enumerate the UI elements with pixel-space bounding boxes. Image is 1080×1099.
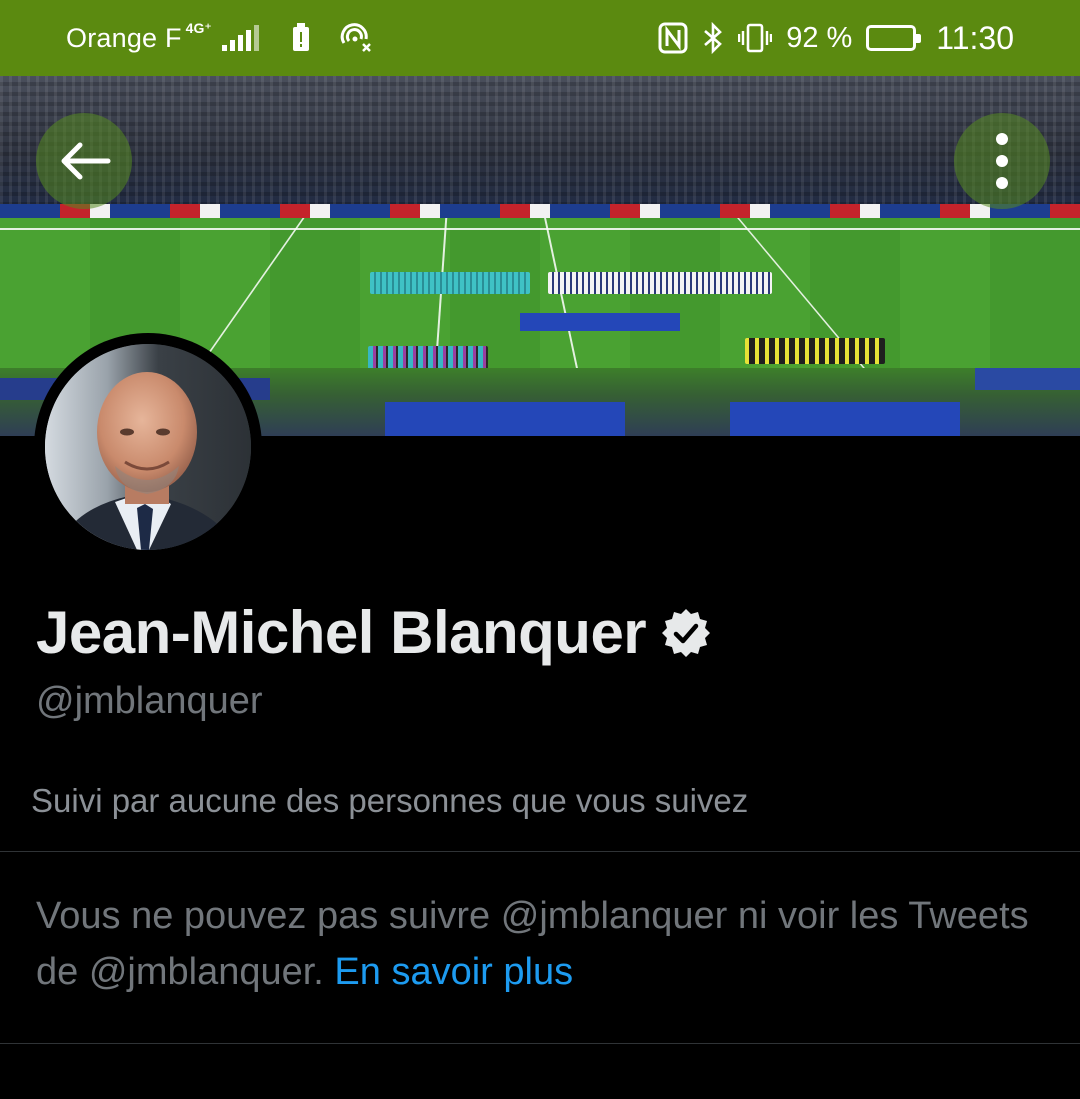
status-bar-left: Orange F 4G⁺ xyxy=(66,19,373,54)
profile-handle: @jmblanquer xyxy=(36,680,263,722)
divider xyxy=(0,1043,1080,1044)
status-bar: Orange F 4G⁺ 92 % 11:30 xyxy=(0,0,1080,76)
bluetooth-icon xyxy=(702,22,724,54)
vibrate-icon xyxy=(738,23,773,53)
network-type: 4G⁺ xyxy=(185,19,212,36)
advertising-boards xyxy=(0,204,1080,218)
battery-alert-icon xyxy=(291,23,311,53)
stadium-stands xyxy=(0,76,1080,216)
arrow-left-icon xyxy=(61,142,111,180)
carrier-name: Orange F xyxy=(66,22,182,53)
avatar[interactable] xyxy=(34,333,262,561)
battery-percent: 92 % xyxy=(786,21,853,54)
signal-icon xyxy=(221,25,259,51)
status-bar-right: 92 % 11:30 xyxy=(658,20,1014,57)
clock: 11:30 xyxy=(936,19,1014,56)
blocked-notice: Vous ne pouvez pas suivre @jmblanquer ni… xyxy=(36,888,1036,1000)
back-button[interactable] xyxy=(36,113,132,209)
avatar-photo xyxy=(45,344,251,550)
learn-more-link[interactable]: En savoir plus xyxy=(334,951,573,993)
hotspot-icon xyxy=(339,23,373,53)
followed-by-text: Suivi par aucune des personnes que vous … xyxy=(31,782,749,819)
more-vertical-icon xyxy=(996,133,1008,189)
more-options-button[interactable] xyxy=(954,113,1050,209)
divider xyxy=(0,851,1080,852)
profile-name-row: Jean-Michel Blanquer xyxy=(36,598,712,667)
profile-name: Jean-Michel Blanquer xyxy=(36,599,647,666)
verified-badge-icon xyxy=(662,608,711,657)
nfc-icon xyxy=(658,22,688,54)
profile-page: Orange F 4G⁺ 92 % 11:30 Jean-Michel Blan… xyxy=(0,0,1080,1099)
battery-icon xyxy=(866,25,922,51)
